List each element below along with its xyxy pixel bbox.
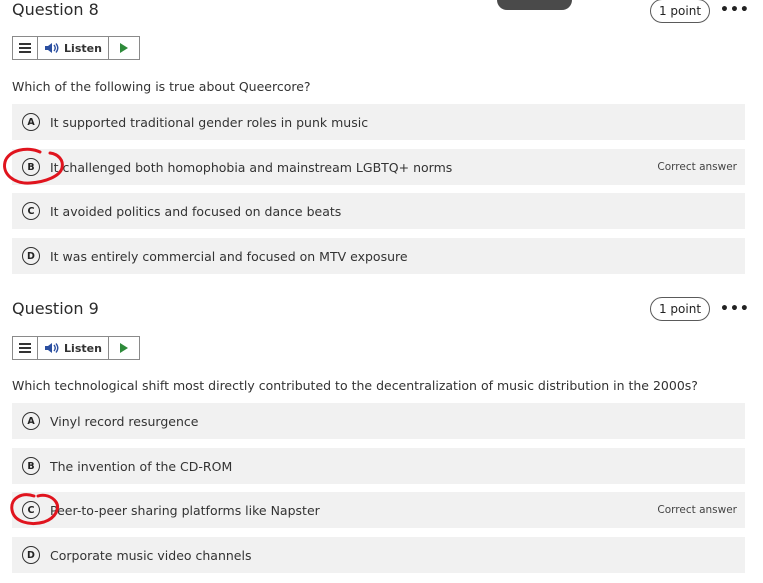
question-9-points-badge: 1 point bbox=[650, 297, 710, 321]
q8-option-d[interactable]: D It was entirely commercial and focused… bbox=[12, 238, 745, 274]
listen-button[interactable]: Listen bbox=[38, 337, 109, 359]
option-letter-d: D bbox=[22, 546, 40, 564]
speaker-icon bbox=[45, 343, 59, 353]
more-options-icon[interactable]: ••• bbox=[720, 2, 750, 18]
hamburger-icon bbox=[19, 343, 31, 353]
option-text: Peer-to-peer sharing platforms like Naps… bbox=[50, 502, 320, 518]
q9-option-b[interactable]: B The invention of the CD-ROM bbox=[12, 448, 745, 484]
question-8-prompt: Which of the following is true about Que… bbox=[12, 79, 311, 94]
floating-toolbar[interactable] bbox=[497, 0, 572, 10]
option-text: It challenged both homophobia and mainst… bbox=[50, 159, 453, 175]
q8-option-a[interactable]: A It supported traditional gender roles … bbox=[12, 104, 745, 140]
option-text: It was entirely commercial and focused o… bbox=[50, 248, 408, 264]
listen-menu-button[interactable] bbox=[13, 37, 38, 59]
listen-button[interactable]: Listen bbox=[38, 37, 109, 59]
option-text: The invention of the CD-ROM bbox=[50, 458, 233, 474]
question-9-prompt: Which technological shift most directly … bbox=[12, 378, 698, 393]
option-letter-c: C bbox=[22, 202, 40, 220]
option-text: Corporate music video channels bbox=[50, 547, 252, 563]
q9-option-d[interactable]: D Corporate music video channels bbox=[12, 537, 745, 573]
more-options-icon[interactable]: ••• bbox=[720, 301, 750, 317]
question-9-listen-toolbar: Listen bbox=[12, 336, 140, 360]
hamburger-icon bbox=[19, 43, 31, 53]
q9-option-c[interactable]: C Peer-to-peer sharing platforms like Na… bbox=[12, 492, 745, 528]
question-8-listen-toolbar: Listen bbox=[12, 36, 140, 60]
q8-option-b[interactable]: B It challenged both homophobia and main… bbox=[12, 149, 745, 185]
option-letter-a: A bbox=[22, 412, 40, 430]
option-letter-b: B bbox=[22, 158, 40, 176]
correct-answer-label: Correct answer bbox=[657, 504, 737, 516]
question-8-points-badge: 1 point bbox=[650, 0, 710, 23]
option-letter-c: C bbox=[22, 501, 40, 519]
option-letter-a: A bbox=[22, 113, 40, 131]
option-text: It supported traditional gender roles in… bbox=[50, 114, 369, 130]
listen-label: Listen bbox=[64, 41, 102, 55]
listen-menu-button[interactable] bbox=[13, 337, 38, 359]
option-letter-b: B bbox=[22, 457, 40, 475]
correct-answer-label: Correct answer bbox=[657, 161, 737, 173]
play-button[interactable] bbox=[109, 37, 139, 59]
q9-option-a[interactable]: A Vinyl record resurgence bbox=[12, 403, 745, 439]
option-text: It avoided politics and focused on dance… bbox=[50, 203, 342, 219]
option-letter-d: D bbox=[22, 247, 40, 265]
option-text: Vinyl record resurgence bbox=[50, 413, 199, 429]
listen-label: Listen bbox=[64, 341, 102, 355]
play-icon bbox=[120, 343, 128, 353]
question-8-title: Question 8 bbox=[12, 0, 99, 19]
play-button[interactable] bbox=[109, 337, 139, 359]
q8-option-c[interactable]: C It avoided politics and focused on dan… bbox=[12, 193, 745, 229]
speaker-icon bbox=[45, 43, 59, 53]
play-icon bbox=[120, 43, 128, 53]
question-9-title: Question 9 bbox=[12, 299, 99, 318]
